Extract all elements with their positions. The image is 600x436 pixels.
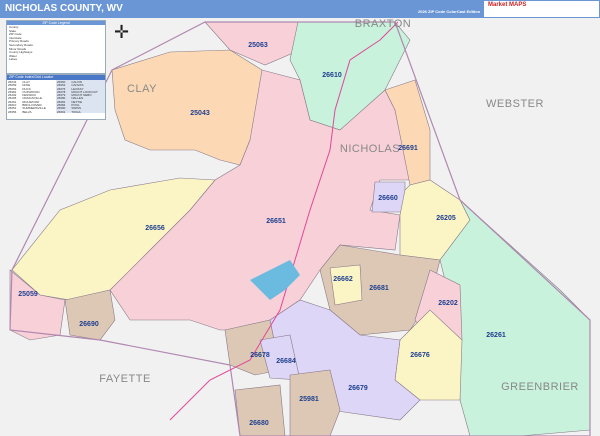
county-label-clay: CLAY <box>127 83 157 95</box>
index-column-left: 25043 CLAY 25059 DIXIE 25063 DUCK 25981 QUINWOO… <box>7 80 56 113</box>
index-place: BELVA <box>22 109 32 113</box>
legend: ZIP Code Legend County State ZIP Code In… <box>6 20 106 74</box>
index-place: TIOGA <box>71 109 81 113</box>
zip-label: 26678 <box>250 352 270 359</box>
index-row: 26691 TIOGA <box>57 110 105 113</box>
zip-index: ZIP Code Index/Grid Locator 25043 CLAY 250… <box>6 74 106 120</box>
zip-area-26662[interactable] <box>329 264 363 306</box>
zip-label: 26610 <box>322 72 342 79</box>
compass-icon: ✛ <box>114 22 130 42</box>
county-label-greenbrier: GREENBRIER <box>501 381 579 393</box>
zip-area-26680[interactable] <box>234 384 286 436</box>
county-label-braxton: BRAXTON <box>355 18 411 30</box>
index-column-right: 26660 CALVIN 26662 CANVAS 26676 LEIVASY 26678 M… <box>56 80 105 113</box>
logo-text: Market MAPS <box>488 2 527 8</box>
county-label-webster: WEBSTER <box>486 98 544 110</box>
zip-label: 26684 <box>276 358 296 365</box>
zip-label: 26691 <box>398 145 418 152</box>
zip-label: 25981 <box>299 396 319 403</box>
index-row: 26656 BELVA <box>8 110 56 113</box>
index-zip: 26656 <box>8 109 17 113</box>
zip-label: 26202 <box>438 300 458 307</box>
zip-label: 26681 <box>369 285 389 292</box>
zip-area-25981[interactable] <box>289 369 341 436</box>
county-label-fayette: FAYETTE <box>99 373 151 385</box>
zip-label: 26656 <box>145 225 165 232</box>
zip-label: 26660 <box>378 195 398 202</box>
zip-label: 26676 <box>410 352 430 359</box>
county-label-nicholas: NICHOLAS <box>340 143 400 155</box>
zip-label: 25043 <box>190 110 210 117</box>
zip-label: 26651 <box>266 218 286 225</box>
zip-label: 25059 <box>18 291 38 298</box>
index-zip: 26691 <box>57 109 66 113</box>
zip-label: 26261 <box>486 332 506 339</box>
zip-label: 25063 <box>248 42 268 49</box>
zip-label: 26690 <box>79 321 99 328</box>
map-page: NICHOLAS COUNTY, WV 2026 ZIP Code ColorC… <box>0 0 600 436</box>
zip-label: 26205 <box>436 215 456 222</box>
zip-label: 26662 <box>333 276 353 283</box>
legend-item: Lakes <box>9 57 18 62</box>
edition-subtitle: 2026 ZIP Code ColorCast Edition <box>418 9 481 14</box>
header: NICHOLAS COUNTY, WV 2026 ZIP Code ColorC… <box>0 0 600 18</box>
logo: Market MAPS <box>484 1 599 17</box>
zip-label: 26680 <box>249 420 269 427</box>
page-title: NICHOLAS COUNTY, WV <box>5 3 123 14</box>
zip-label: 26679 <box>348 385 368 392</box>
